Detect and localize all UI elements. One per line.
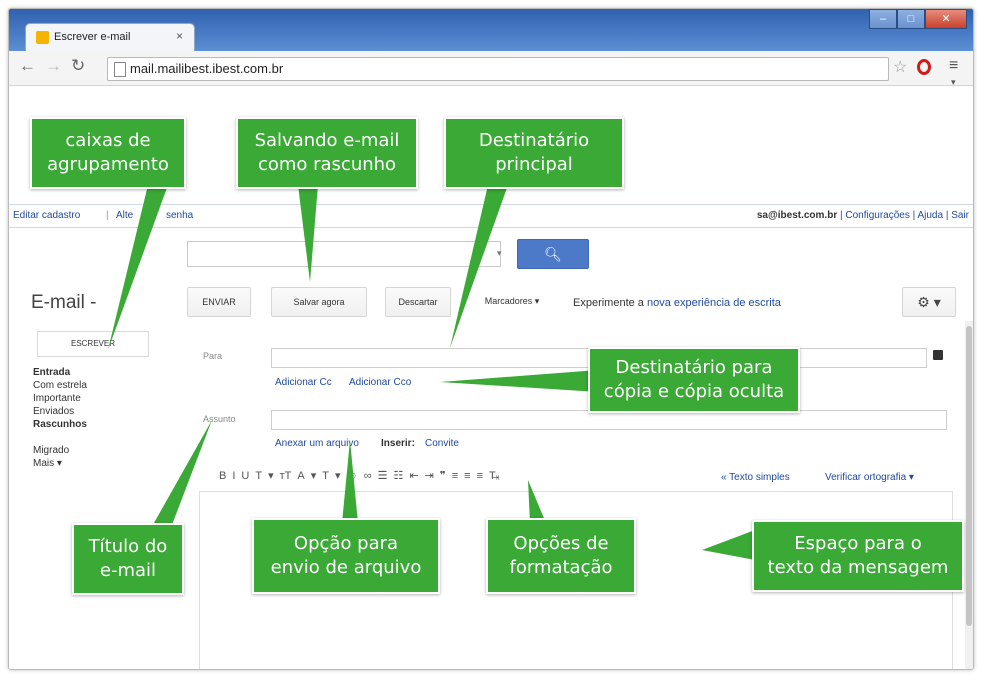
callout-text: como rascunho: [257, 154, 397, 175]
callout-main-recipient: Destinatário principal: [444, 117, 624, 189]
callout-text: formatação: [509, 557, 613, 578]
callout-text: Salvando e-mail: [254, 130, 400, 151]
callout-attach: Opção para envio de arquivo: [252, 518, 440, 594]
callout-format: Opções de formatação: [486, 518, 636, 594]
callout-text: Opções de: [513, 533, 609, 554]
callout-save-draft: Salvando e-mail como rascunho: [236, 117, 418, 189]
pointer-format: [528, 480, 546, 523]
callout-grouping-boxes: caixas de agrupamento: [30, 117, 186, 189]
callout-text: caixas de: [65, 130, 151, 151]
callout-text: e-mail: [99, 560, 157, 581]
pointer-main-recipient: [450, 185, 508, 348]
callout-text: Título do: [88, 536, 168, 557]
callout-text: agrupamento: [47, 154, 169, 175]
callout-text: principal: [495, 154, 573, 175]
callout-text: Espaço para o: [794, 533, 922, 554]
callout-message-space: Espaço para o texto da mensagem: [752, 520, 964, 592]
pointer-attach: [342, 440, 358, 523]
callout-text: texto da mensagem: [767, 557, 949, 578]
pointer-save-draft: [298, 185, 318, 282]
callout-text: cópia e cópia oculta: [603, 381, 785, 402]
callout-text: Destinatário: [478, 130, 590, 151]
pointer-grouping-boxes: [108, 185, 168, 350]
callout-text: Opção para: [293, 533, 399, 554]
callout-text: envio de arquivo: [270, 557, 422, 578]
callout-cc-bcc: Destinatário para cópia e cópia oculta: [588, 347, 800, 413]
pointer-subject: [150, 420, 212, 530]
pointer-message: [702, 530, 755, 560]
callout-text: Destinatário para: [615, 357, 773, 378]
callout-subject: Título do e-mail: [72, 523, 184, 595]
pointer-cc-bcc: [440, 370, 598, 392]
